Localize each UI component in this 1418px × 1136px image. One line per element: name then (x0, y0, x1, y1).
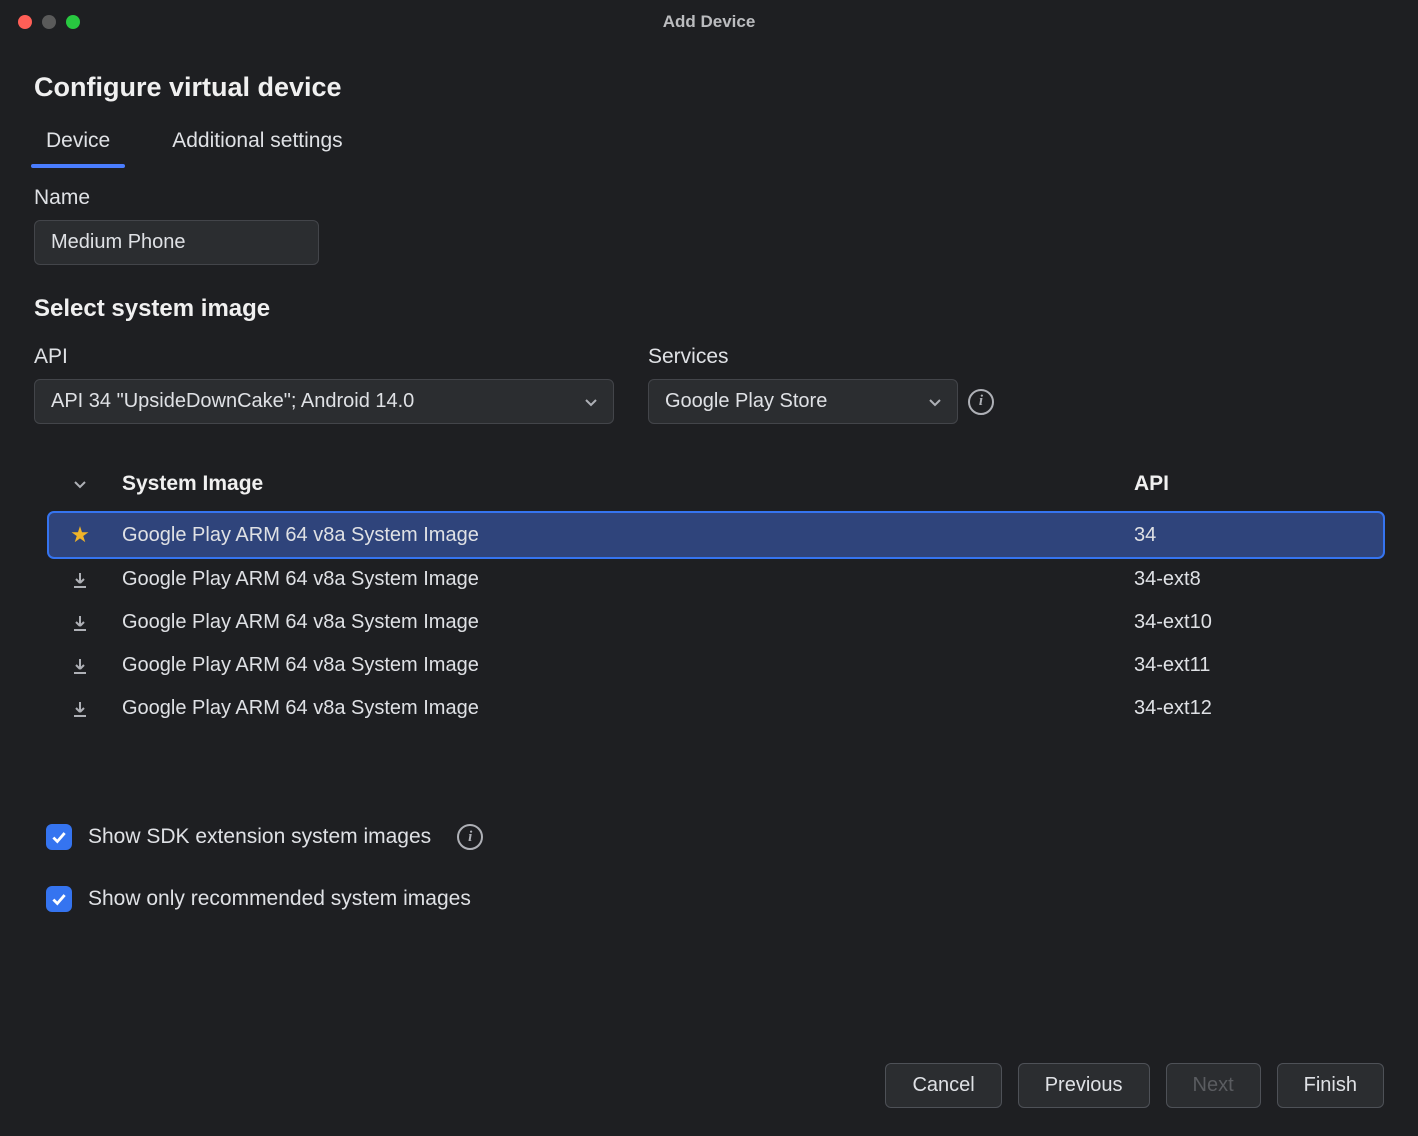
content: Configure virtual device Device Addition… (0, 44, 1418, 1035)
minimize-window-button (42, 15, 56, 29)
table-row[interactable]: ★Google Play ARM 64 v8a System Image34 (48, 512, 1384, 558)
checkbox-sdk-ext-label: Show SDK extension system images (88, 825, 431, 849)
download-icon (58, 699, 102, 719)
chevron-down-icon (927, 394, 943, 410)
download-icon (58, 656, 102, 676)
table-body: ★Google Play ARM 64 v8a System Image34Go… (48, 512, 1384, 730)
row-name: Google Play ARM 64 v8a System Image (102, 524, 1134, 547)
row-name: Google Play ARM 64 v8a System Image (102, 611, 1134, 634)
window: Add Device Configure virtual device Devi… (0, 0, 1418, 1136)
services-label: Services (648, 345, 994, 369)
select-row: API API 34 "UpsideDownCake"; Android 14.… (34, 345, 1384, 424)
api-label: API (34, 345, 614, 369)
checkbox-sdk-ext-row: Show SDK extension system images i (46, 824, 1384, 850)
checkbox-sdk-ext[interactable] (46, 824, 72, 850)
row-api: 34-ext10 (1134, 611, 1374, 634)
row-api: 34-ext12 (1134, 697, 1374, 720)
page-title: Configure virtual device (34, 72, 1384, 103)
table-row[interactable]: Google Play ARM 64 v8a System Image34-ex… (48, 687, 1384, 730)
star-icon: ★ (58, 522, 102, 548)
info-icon[interactable]: i (968, 389, 994, 415)
checkbox-recommended-label: Show only recommended system images (88, 887, 471, 911)
row-name: Google Play ARM 64 v8a System Image (102, 568, 1134, 591)
checkbox-recommended[interactable] (46, 886, 72, 912)
download-icon (58, 613, 102, 633)
table-header: System Image API (48, 472, 1384, 512)
cancel-button[interactable]: Cancel (885, 1063, 1001, 1108)
system-image-table: System Image API ★Google Play ARM 64 v8a… (34, 472, 1384, 730)
info-icon[interactable]: i (457, 824, 483, 850)
row-name: Google Play ARM 64 v8a System Image (102, 654, 1134, 677)
table-row[interactable]: Google Play ARM 64 v8a System Image34-ex… (48, 644, 1384, 687)
table-row[interactable]: Google Play ARM 64 v8a System Image34-ex… (48, 601, 1384, 644)
api-select[interactable]: API 34 "UpsideDownCake"; Android 14.0 (34, 379, 614, 424)
window-title: Add Device (0, 12, 1418, 32)
row-api: 34 (1134, 524, 1374, 547)
table-row[interactable]: Google Play ARM 64 v8a System Image34-ex… (48, 558, 1384, 601)
header-api: API (1134, 472, 1374, 496)
checkbox-recommended-row: Show only recommended system images (46, 886, 1384, 912)
row-name: Google Play ARM 64 v8a System Image (102, 697, 1134, 720)
services-field-group: Services Google Play Store i (648, 345, 994, 424)
api-field-group: API API 34 "UpsideDownCake"; Android 14.… (34, 345, 614, 424)
previous-button[interactable]: Previous (1018, 1063, 1150, 1108)
finish-button[interactable]: Finish (1277, 1063, 1384, 1108)
collapse-toggle[interactable] (58, 476, 102, 492)
row-api: 34-ext11 (1134, 654, 1374, 677)
close-window-button[interactable] (18, 15, 32, 29)
check-icon (50, 828, 68, 846)
footer: Cancel Previous Next Finish (0, 1035, 1418, 1136)
services-select-value: Google Play Store (665, 390, 827, 413)
row-api: 34-ext8 (1134, 568, 1374, 591)
chevron-down-icon (583, 394, 599, 410)
name-field-group: Name (34, 186, 1384, 265)
services-select[interactable]: Google Play Store (648, 379, 958, 424)
download-icon (58, 570, 102, 590)
chevron-down-icon (72, 476, 88, 492)
section-title: Select system image (34, 295, 1384, 323)
traffic-lights (18, 15, 80, 29)
tab-additional-settings[interactable]: Additional settings (160, 123, 354, 167)
maximize-window-button[interactable] (66, 15, 80, 29)
api-select-value: API 34 "UpsideDownCake"; Android 14.0 (51, 390, 414, 413)
tab-device[interactable]: Device (34, 123, 122, 167)
check-icon (50, 890, 68, 908)
header-system-image: System Image (102, 472, 1134, 496)
tabs: Device Additional settings (34, 123, 1384, 168)
name-input[interactable] (34, 220, 319, 265)
name-label: Name (34, 186, 1384, 210)
checkbox-group: Show SDK extension system images i Show … (34, 810, 1384, 912)
titlebar: Add Device (0, 0, 1418, 44)
next-button: Next (1166, 1063, 1261, 1108)
